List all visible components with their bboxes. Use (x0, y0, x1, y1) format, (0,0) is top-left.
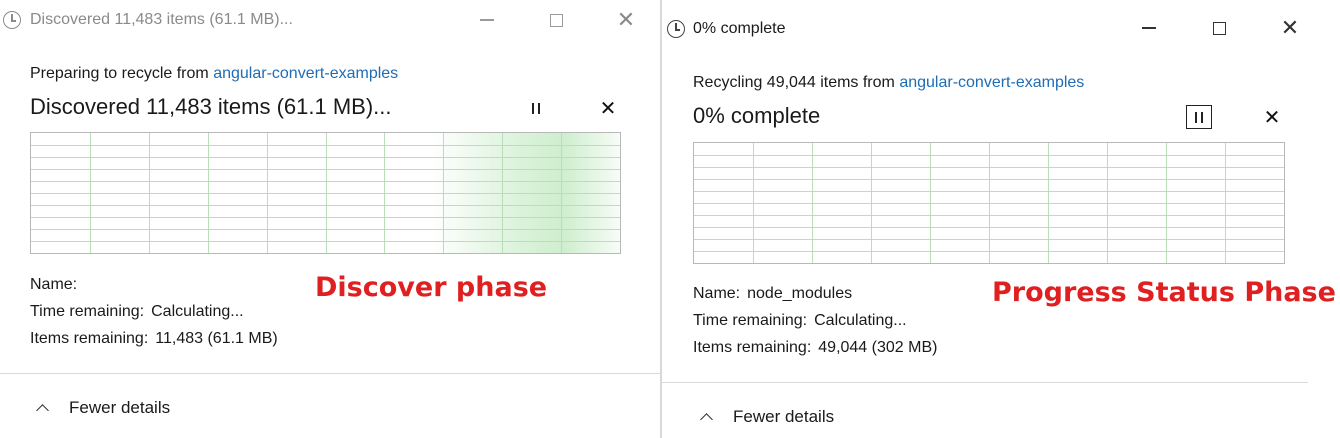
fewer-details-toggle[interactable]: Fewer details (36, 398, 171, 418)
window-title: 0% complete (693, 20, 786, 37)
close-icon: ✕ (599, 97, 617, 120)
cancel-button[interactable]: ✕ (595, 96, 621, 120)
details-divider (662, 382, 1308, 383)
fewer-details-label: Fewer details (733, 407, 835, 426)
close-window-button[interactable]: ✕ (603, 4, 649, 36)
minimize-button[interactable] (1126, 12, 1172, 44)
maximize-icon (549, 13, 563, 27)
items-remaining-label: Items remaining: (30, 330, 149, 347)
graph-canvas (31, 133, 620, 253)
time-remaining-value: Calculating... (814, 312, 907, 329)
clock-icon (3, 11, 21, 29)
maximize-button[interactable] (1196, 12, 1242, 44)
clock-icon (667, 20, 685, 38)
minimize-button[interactable] (464, 4, 510, 36)
operation-header: Recycling 49,044 items from angular-conv… (693, 74, 1084, 92)
maximize-button[interactable] (533, 4, 579, 36)
phase-annotation: Discover phase (315, 272, 548, 303)
cancel-button[interactable]: ✕ (1259, 105, 1285, 129)
items-remaining-value: 11,483 (61.1 MB) (155, 330, 278, 347)
discover-dialog: Discovered 11,483 items (61.1 MB)... ✕ P… (0, 0, 660, 438)
details-divider (0, 373, 660, 374)
speed-graph (30, 132, 621, 254)
chevron-up-icon (36, 404, 49, 417)
chevron-up-icon (700, 413, 713, 426)
progress-dialog: 0% complete ✕ Recycling 49,044 items fro… (662, 0, 1340, 438)
time-remaining-value: Calculating... (151, 303, 244, 320)
operation-header: Preparing to recycle from angular-conver… (30, 65, 398, 83)
title-bar: 0% complete ✕ (662, 0, 1340, 40)
name-row: Name: node_modules (693, 285, 852, 303)
items-remaining-label: Items remaining: (693, 339, 812, 356)
fewer-details-toggle[interactable]: Fewer details (700, 407, 835, 427)
progress-graph (693, 142, 1285, 264)
name-value: node_modules (747, 285, 853, 302)
graph-canvas (694, 143, 1284, 263)
source-folder-link[interactable]: angular-convert-examples (213, 65, 398, 82)
status-heading: Discovered 11,483 items (61.1 MB)... (30, 94, 392, 119)
close-window-button[interactable]: ✕ (1267, 12, 1313, 44)
window-title: Discovered 11,483 items (61.1 MB)... (30, 11, 293, 28)
status-heading: 0% complete (693, 103, 821, 128)
items-remaining-value: 49,044 (302 MB) (818, 339, 938, 356)
items-remaining-row: Items remaining: 49,044 (302 MB) (693, 339, 937, 357)
pause-icon (1195, 111, 1203, 123)
minimize-icon (480, 19, 494, 21)
header-prefix: Recycling 49,044 items from (693, 74, 900, 91)
name-label: Name: (30, 276, 78, 293)
pause-button[interactable] (1186, 105, 1212, 129)
pause-icon (532, 102, 540, 114)
close-icon: ✕ (1280, 15, 1300, 40)
close-icon: ✕ (616, 7, 636, 32)
time-remaining-label: Time remaining: (30, 303, 145, 320)
time-remaining-row: Time remaining: Calculating... (693, 312, 907, 330)
source-folder-link[interactable]: angular-convert-examples (899, 74, 1084, 91)
name-row: Name: (30, 276, 84, 294)
fewer-details-label: Fewer details (69, 398, 171, 417)
items-remaining-row: Items remaining: 11,483 (61.1 MB) (30, 330, 278, 348)
minimize-icon (1142, 27, 1156, 29)
maximize-icon (1212, 21, 1226, 35)
close-icon: ✕ (1263, 106, 1281, 129)
title-bar: Discovered 11,483 items (61.1 MB)... ✕ (0, 0, 660, 40)
name-label: Name: (693, 285, 741, 302)
time-remaining-row: Time remaining: Calculating... (30, 303, 244, 321)
pause-button[interactable] (523, 96, 549, 120)
header-prefix: Preparing to recycle from (30, 65, 214, 82)
phase-annotation: Progress Status Phase (992, 277, 1336, 308)
time-remaining-label: Time remaining: (693, 312, 808, 329)
